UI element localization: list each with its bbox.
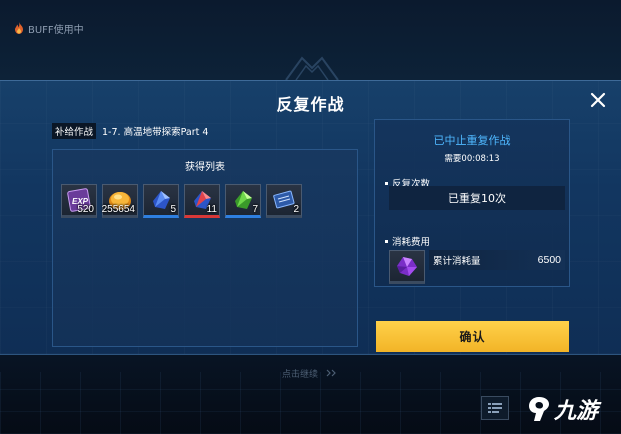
- reward-list-title: 获得列表: [185, 162, 225, 173]
- modal-title: 反复作战: [276, 95, 345, 114]
- repeat-count-value: 已重复10次: [389, 186, 565, 210]
- flame-icon: [15, 22, 23, 34]
- cost-value: 6500: [537, 254, 561, 266]
- buff-label: BUFF使用中: [28, 24, 84, 36]
- reward-item[interactable]: 2: [266, 184, 302, 218]
- cost-item[interactable]: [389, 250, 425, 284]
- bullet-icon: [385, 239, 388, 243]
- repeat-status-panel: 已中止重复作战 需要00:08:13 反复次数 已重复10次 消耗费用 累计消耗…: [374, 119, 570, 287]
- menu-button[interactable]: [481, 396, 509, 420]
- purple-crystal-icon: [397, 257, 417, 276]
- reward-qty: 520: [77, 204, 94, 215]
- required-time: 需要00:08:13: [444, 154, 500, 164]
- status-title: 已中止重复作战: [433, 134, 511, 147]
- reward-item[interactable]: 5: [143, 184, 179, 218]
- confirm-button[interactable]: 确认: [376, 321, 569, 352]
- cost-name: 累计消耗量: [433, 256, 481, 267]
- mission-type-tag: 补给作战: [52, 123, 97, 139]
- mission-name: 1-7. 高温地带探索Part 4: [102, 127, 209, 138]
- reward-qty: 11: [206, 204, 217, 215]
- buff-status: BUFF使用中: [14, 20, 84, 36]
- reward-panel: 获得列表 EXP 520 255654 5 11 7 2: [52, 149, 358, 347]
- continue-hint-label: 点击继续: [282, 369, 319, 380]
- reward-item[interactable]: 11: [184, 184, 220, 218]
- logo-mark-icon: [529, 397, 549, 421]
- bullet-icon: [385, 181, 388, 185]
- reward-item-list: EXP 520 255654 5 11 7 2: [61, 184, 302, 218]
- reward-item[interactable]: 7: [225, 184, 261, 218]
- repeat-battle-modal: 反复作战 补给作战 1-7. 高温地带探索Part 4 获得列表 EXP 520: [0, 80, 621, 355]
- reward-qty: 2: [293, 204, 299, 215]
- cost-row: 累计消耗量 6500: [429, 250, 565, 270]
- close-icon: [590, 92, 606, 108]
- reward-qty: 255654: [101, 204, 135, 215]
- background-emblem: [285, 56, 339, 80]
- reward-qty: 5: [170, 204, 176, 215]
- continue-hint[interactable]: 点击继续: [282, 366, 338, 380]
- logo-text: 九游: [554, 399, 599, 424]
- cost-label: 消耗费用: [385, 234, 430, 248]
- close-button[interactable]: [588, 90, 608, 110]
- double-chevron-right-icon: [326, 369, 336, 377]
- mission-info: 补给作战 1-7. 高温地带探索Part 4: [52, 123, 208, 139]
- cost-label-text: 消耗费用: [392, 237, 431, 248]
- reward-qty: 7: [252, 204, 258, 215]
- reward-item[interactable]: EXP 520: [61, 184, 97, 218]
- watermark-logo: 九游: [526, 394, 618, 424]
- list-icon: [488, 403, 502, 413]
- reward-item[interactable]: 255654: [102, 184, 138, 218]
